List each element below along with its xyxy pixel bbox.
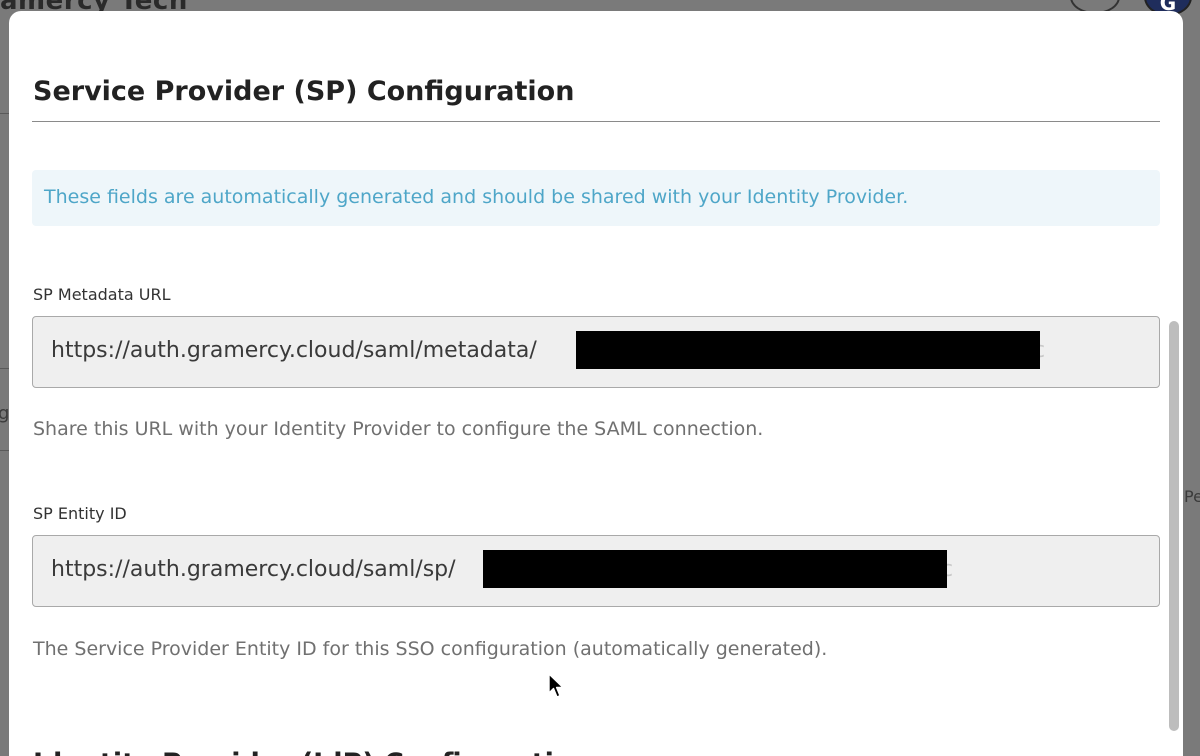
sp-entity-id-help: The Service Provider Entity ID for this …: [33, 638, 828, 660]
sp-metadata-url-label: SP Metadata URL: [33, 285, 171, 304]
modal-title: Service Provider (SP) Configuration: [33, 76, 575, 107]
info-alert: These fields are automatically generated…: [32, 170, 1160, 226]
sp-entity-id-value: https://auth.gramercy.cloud/saml/sp/: [51, 557, 456, 582]
redaction-bar: [576, 331, 1040, 369]
info-alert-text: These fields are automatically generated…: [44, 186, 909, 208]
title-divider: [32, 121, 1160, 122]
sp-metadata-url-field[interactable]: https://auth.gramercy.cloud/saml/metadat…: [32, 316, 1160, 388]
cursor-pointer-icon: [548, 673, 564, 698]
sp-entity-id-field[interactable]: https://auth.gramercy.cloud/saml/sp/ c: [32, 535, 1160, 607]
background-text: Pe: [1184, 487, 1200, 506]
idp-section-title: Identity Provider (IdP) Configuration: [33, 748, 592, 756]
sp-metadata-url-value: https://auth.gramercy.cloud/saml/metadat…: [51, 338, 537, 363]
sp-metadata-url-help: Share this URL with your Identity Provid…: [33, 418, 764, 440]
scrollbar-thumb[interactable]: [1169, 321, 1179, 731]
sp-configuration-modal: Service Provider (SP) Configuration Thes…: [9, 11, 1183, 756]
modal-scrollbar[interactable]: [1169, 321, 1179, 731]
redaction-bar: [483, 550, 947, 588]
sp-entity-id-label: SP Entity ID: [33, 504, 127, 523]
